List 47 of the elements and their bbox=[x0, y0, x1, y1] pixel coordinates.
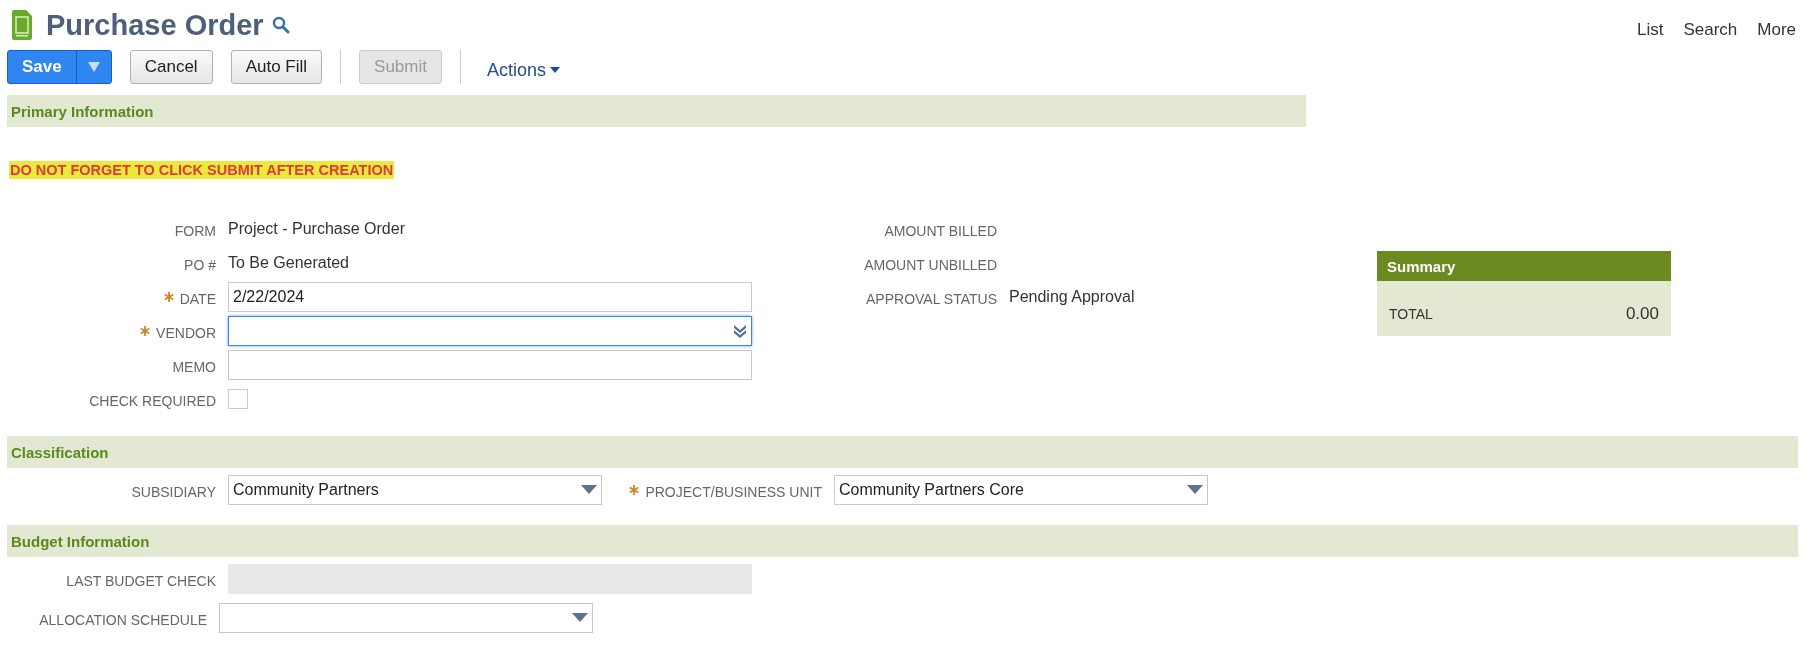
checkbox[interactable] bbox=[228, 388, 248, 409]
field-value: Pending Approval bbox=[1009, 287, 1136, 306]
save-button[interactable]: Save bbox=[8, 51, 77, 83]
field-label: AMOUNT UNBILLED bbox=[864, 255, 997, 273]
section-header: Classification bbox=[7, 436, 1798, 468]
select-field[interactable] bbox=[219, 602, 593, 633]
field-label: CHECK REQUIRED bbox=[89, 391, 216, 409]
select-field[interactable]: Community Partners Core bbox=[834, 474, 1208, 505]
field-value: Project - Purchase Order bbox=[228, 219, 406, 238]
caret-icon bbox=[550, 67, 560, 73]
toolbar-button[interactable]: Auto Fill bbox=[230, 50, 323, 84]
summary-title: Summary bbox=[1377, 251, 1671, 281]
field-label: ALLOCATION SCHEDULE bbox=[39, 610, 207, 628]
total-label: TOTAL bbox=[1389, 305, 1433, 322]
field-label: PO # bbox=[184, 255, 216, 273]
combobox-field[interactable] bbox=[228, 315, 752, 346]
save-split-button[interactable]: Save bbox=[7, 50, 112, 84]
select-field[interactable]: Community Partners bbox=[228, 474, 602, 505]
field-value: To Be Generated bbox=[228, 253, 350, 272]
nav-link[interactable]: Search bbox=[1683, 20, 1738, 40]
field-label: AMOUNT BILLED bbox=[884, 221, 997, 239]
field-label: FORM bbox=[174, 221, 216, 239]
text-field[interactable] bbox=[228, 349, 752, 380]
caret-icon bbox=[87, 62, 100, 72]
dropdown-caret-icon[interactable] bbox=[581, 484, 597, 495]
total-value: 0.00 bbox=[1625, 303, 1659, 324]
page-title: Purchase Order bbox=[46, 8, 264, 42]
nav-link[interactable]: List bbox=[1636, 20, 1664, 40]
text-field[interactable]: 2/22/2024 bbox=[228, 281, 752, 312]
field-label: PROJECT/BUSINESS UNIT bbox=[645, 482, 822, 500]
section-header: Budget Information bbox=[7, 525, 1798, 557]
warning-notice: DO NOT FORGET TO CLICK SUBMIT AFTER CREATION bbox=[9, 161, 395, 179]
search-icon[interactable] bbox=[271, 16, 290, 34]
document-icon bbox=[12, 10, 32, 40]
field-label: VENDOR bbox=[156, 323, 216, 341]
field-label: MEMO bbox=[172, 357, 216, 375]
field-label: APPROVAL STATUS bbox=[866, 289, 997, 307]
field-label: DATE bbox=[179, 289, 216, 307]
actions-menu[interactable]: Actions bbox=[486, 59, 560, 81]
toolbar-button[interactable]: Cancel bbox=[129, 50, 213, 84]
dropdown-caret-icon[interactable] bbox=[572, 612, 588, 623]
section-header: Primary Information bbox=[7, 95, 1306, 127]
double-chevron-icon[interactable] bbox=[733, 322, 747, 339]
nav-link[interactable]: More bbox=[1757, 20, 1796, 40]
field-label: SUBSIDIARY bbox=[131, 482, 216, 500]
dropdown-caret-icon[interactable] bbox=[1187, 484, 1203, 495]
field-label: LAST BUDGET CHECK bbox=[66, 571, 216, 589]
